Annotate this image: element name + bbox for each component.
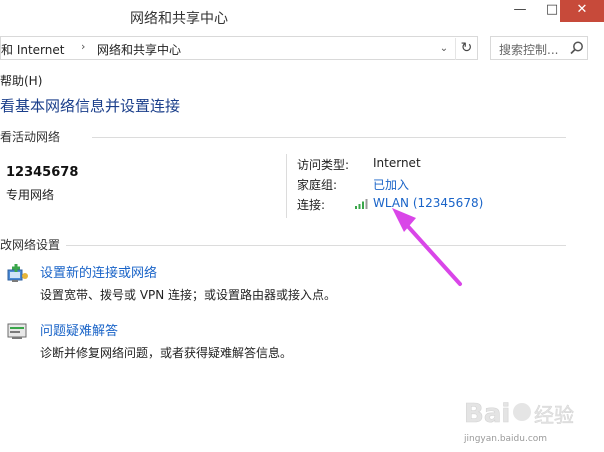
access-type-label: 访问类型: <box>297 158 350 172</box>
search-input[interactable]: 搜索控制... <box>490 36 588 60</box>
troubleshoot-icon[interactable] <box>6 320 30 342</box>
watermark-url: jingyan.baidu.com <box>464 434 548 444</box>
setup-connection-description: 设置宽带、拨号或 VPN 连接；或设置路由器或接入点。 <box>40 288 337 302</box>
network-type: 专用网络 <box>6 188 55 202</box>
svg-text:Bai: Bai <box>464 399 510 429</box>
svg-text:经验: 经验 <box>534 403 574 427</box>
section-title-change-settings: 改网络设置 <box>0 238 61 252</box>
troubleshoot-link[interactable]: 问题疑难解答 <box>40 320 118 339</box>
close-icon: ✕ <box>576 2 588 17</box>
connection-label: 连接: <box>297 198 326 212</box>
close-button[interactable]: ✕ <box>560 0 604 22</box>
search-placeholder: 搜索控制... <box>499 43 559 57</box>
setup-connection-link[interactable]: 设置新的连接或网络 <box>40 262 157 281</box>
homegroup-label: 家庭组: <box>297 178 338 192</box>
breadcrumb-network-internet[interactable]: 和 Internet <box>1 41 64 58</box>
section-divider <box>66 245 566 246</box>
title-bar: 网络和共享中心 — □ ✕ <box>0 0 604 34</box>
breadcrumb-sharing-center[interactable]: 网络和共享中心 <box>97 41 181 58</box>
wlan-connection-link[interactable]: WLAN (12345678) <box>373 196 483 210</box>
troubleshoot-description: 诊断并修复网络问题，或者获得疑难解答信息。 <box>40 346 293 360</box>
annotation-arrow <box>392 208 462 286</box>
section-title-active-networks: 看活动网络 <box>0 130 61 144</box>
window-title: 网络和共享中心 <box>130 11 228 27</box>
address-bar[interactable]: 和 Internet › 网络和共享中心 ⌄ ↻ <box>0 36 478 60</box>
minimize-button[interactable]: — <box>504 0 536 22</box>
vertical-divider <box>286 154 287 218</box>
new-connection-icon[interactable] <box>6 262 30 284</box>
address-row: 和 Internet › 网络和共享中心 ⌄ ↻ 搜索控制... <box>0 36 604 62</box>
breadcrumb-separator-icon[interactable]: › <box>81 40 85 53</box>
section-divider <box>92 137 566 138</box>
menu-help[interactable]: 帮助(H) <box>0 72 42 89</box>
wifi-signal-icon <box>355 199 368 209</box>
homegroup-link[interactable]: 已加入 <box>373 176 409 193</box>
refresh-icon[interactable]: ↻ <box>455 38 477 60</box>
access-type-value: Internet <box>373 156 421 170</box>
address-dropdown-icon[interactable]: ⌄ <box>437 40 451 58</box>
page-title: 看基本网络信息并设置连接 <box>0 97 181 115</box>
network-name: 12345678 <box>6 165 79 180</box>
search-icon[interactable] <box>569 40 585 56</box>
